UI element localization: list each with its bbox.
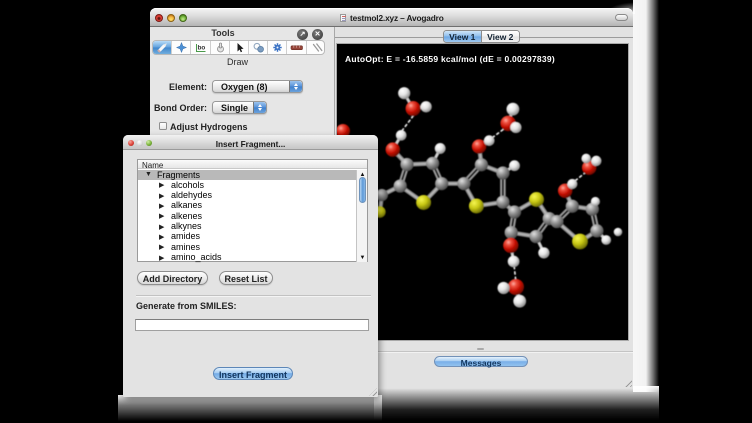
svg-text:bo: bo (198, 45, 206, 52)
